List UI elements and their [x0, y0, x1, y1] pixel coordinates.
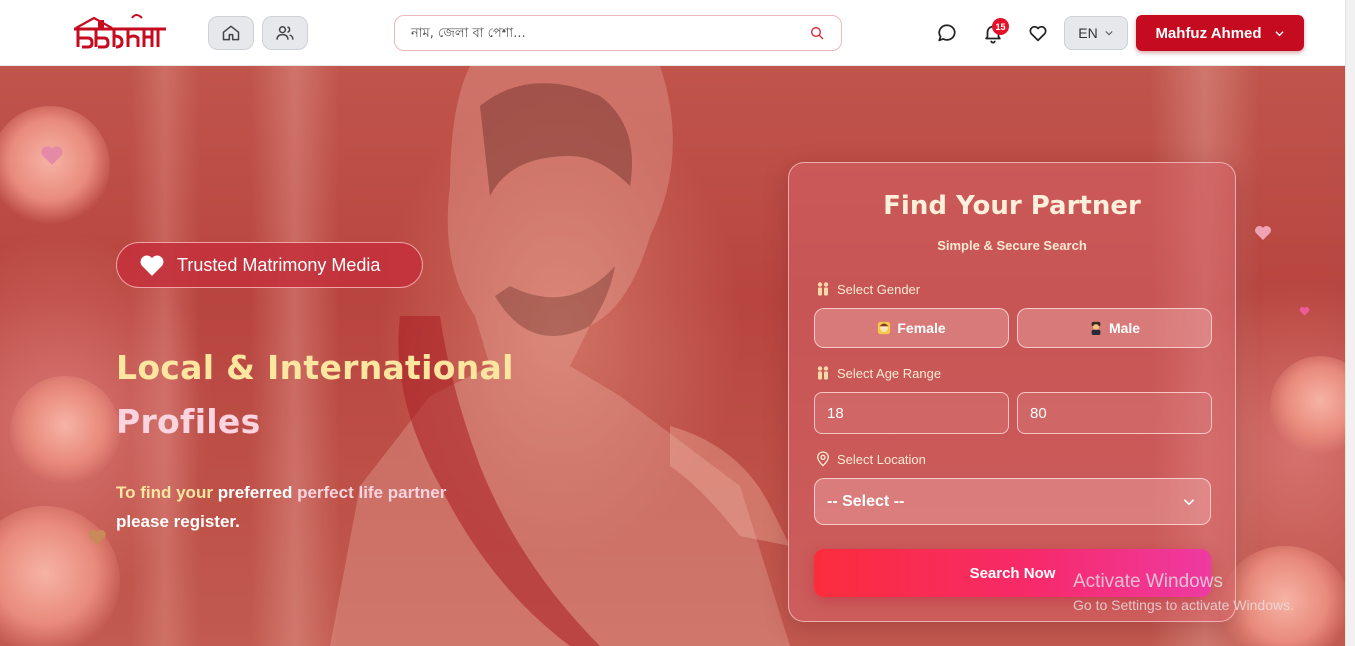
activation-watermark-title: Activate Windows: [1073, 571, 1223, 592]
rose-decoration: [0, 106, 110, 226]
subtitle-part: please register.: [116, 512, 240, 531]
hero-subtitle: To find your preferred perfect life part…: [116, 478, 496, 536]
top-navbar: 15 EN Mahfuz Ahmed: [0, 0, 1355, 66]
users-icon: [276, 26, 294, 40]
chat-icon: [938, 24, 956, 42]
heart-icon: [140, 255, 164, 276]
couple-icon: [817, 282, 829, 296]
heart-icon: [1029, 25, 1047, 42]
hero-heading-line2: Profiles: [116, 402, 261, 441]
gender-label-text: Select Gender: [837, 281, 921, 297]
card-title: Find Your Partner: [883, 191, 1141, 221]
rose-decoration: [0, 506, 120, 646]
card-subtitle: Simple & Secure Search: [937, 238, 1087, 253]
rose-decoration: [1270, 356, 1345, 456]
hero-heading-line1: Local & International: [116, 348, 514, 387]
subtitle-part: perfect life partner: [297, 483, 447, 502]
language-selector[interactable]: EN: [1064, 16, 1128, 50]
heart-decoration-icon: [1255, 225, 1271, 240]
age-label: Select Age Range: [815, 365, 941, 381]
age-min-input[interactable]: [814, 392, 1009, 434]
user-menu-button[interactable]: Mahfuz Ahmed: [1136, 15, 1304, 51]
location-select-value: -- Select --: [827, 492, 905, 510]
heart-decoration-icon: [41, 146, 63, 165]
heart-decoration-icon: [1299, 307, 1310, 316]
chevron-down-icon: [1275, 30, 1283, 36]
subtitle-part: To find your: [116, 483, 213, 502]
home-button[interactable]: [208, 16, 254, 50]
language-label: EN: [1078, 25, 1098, 41]
location-pin-icon: [816, 451, 830, 467]
rose-decoration: [10, 376, 120, 486]
subtitle-part: preferred: [217, 483, 293, 502]
location-label-text: Select Location: [837, 451, 926, 467]
gender-female-button[interactable]: Female: [814, 308, 1009, 348]
chevron-down-icon: [1105, 31, 1113, 36]
favorites-button[interactable]: [1025, 20, 1051, 46]
search-icon[interactable]: [809, 25, 825, 41]
female-icon: [878, 321, 891, 335]
age-label-text: Select Age Range: [837, 365, 942, 381]
user-name: Mahfuz Ahmed: [1155, 24, 1262, 42]
messages-button[interactable]: [934, 20, 960, 46]
people-button[interactable]: [262, 16, 308, 50]
gender-male-button[interactable]: Male: [1017, 308, 1212, 348]
age-max-input[interactable]: [1017, 392, 1212, 434]
site-logo[interactable]: [72, 10, 168, 54]
chevron-down-icon: [1184, 498, 1194, 505]
gender-option-label: Male: [1108, 320, 1141, 336]
couple-icon: [817, 366, 829, 380]
notification-count-badge: 15: [992, 18, 1009, 35]
search-bar[interactable]: [394, 15, 842, 51]
male-icon: [1091, 321, 1101, 335]
badge-label: Trusted Matrimony Media: [177, 254, 381, 275]
heart-decoration-icon: [88, 529, 106, 546]
trusted-badge: Trusted Matrimony Media: [116, 242, 423, 288]
location-select[interactable]: -- Select --: [814, 478, 1211, 525]
page-scrollbar[interactable]: [1345, 0, 1355, 646]
location-label: Select Location: [815, 451, 926, 467]
gender-option-label: Female: [897, 320, 946, 336]
search-input[interactable]: [411, 25, 809, 41]
gender-label: Select Gender: [815, 281, 920, 297]
activation-watermark-text: Go to Settings to activate Windows.: [1073, 597, 1294, 613]
home-icon: [222, 25, 240, 41]
partner-search-card: Find Your Partner Simple & Secure Search…: [788, 162, 1236, 622]
